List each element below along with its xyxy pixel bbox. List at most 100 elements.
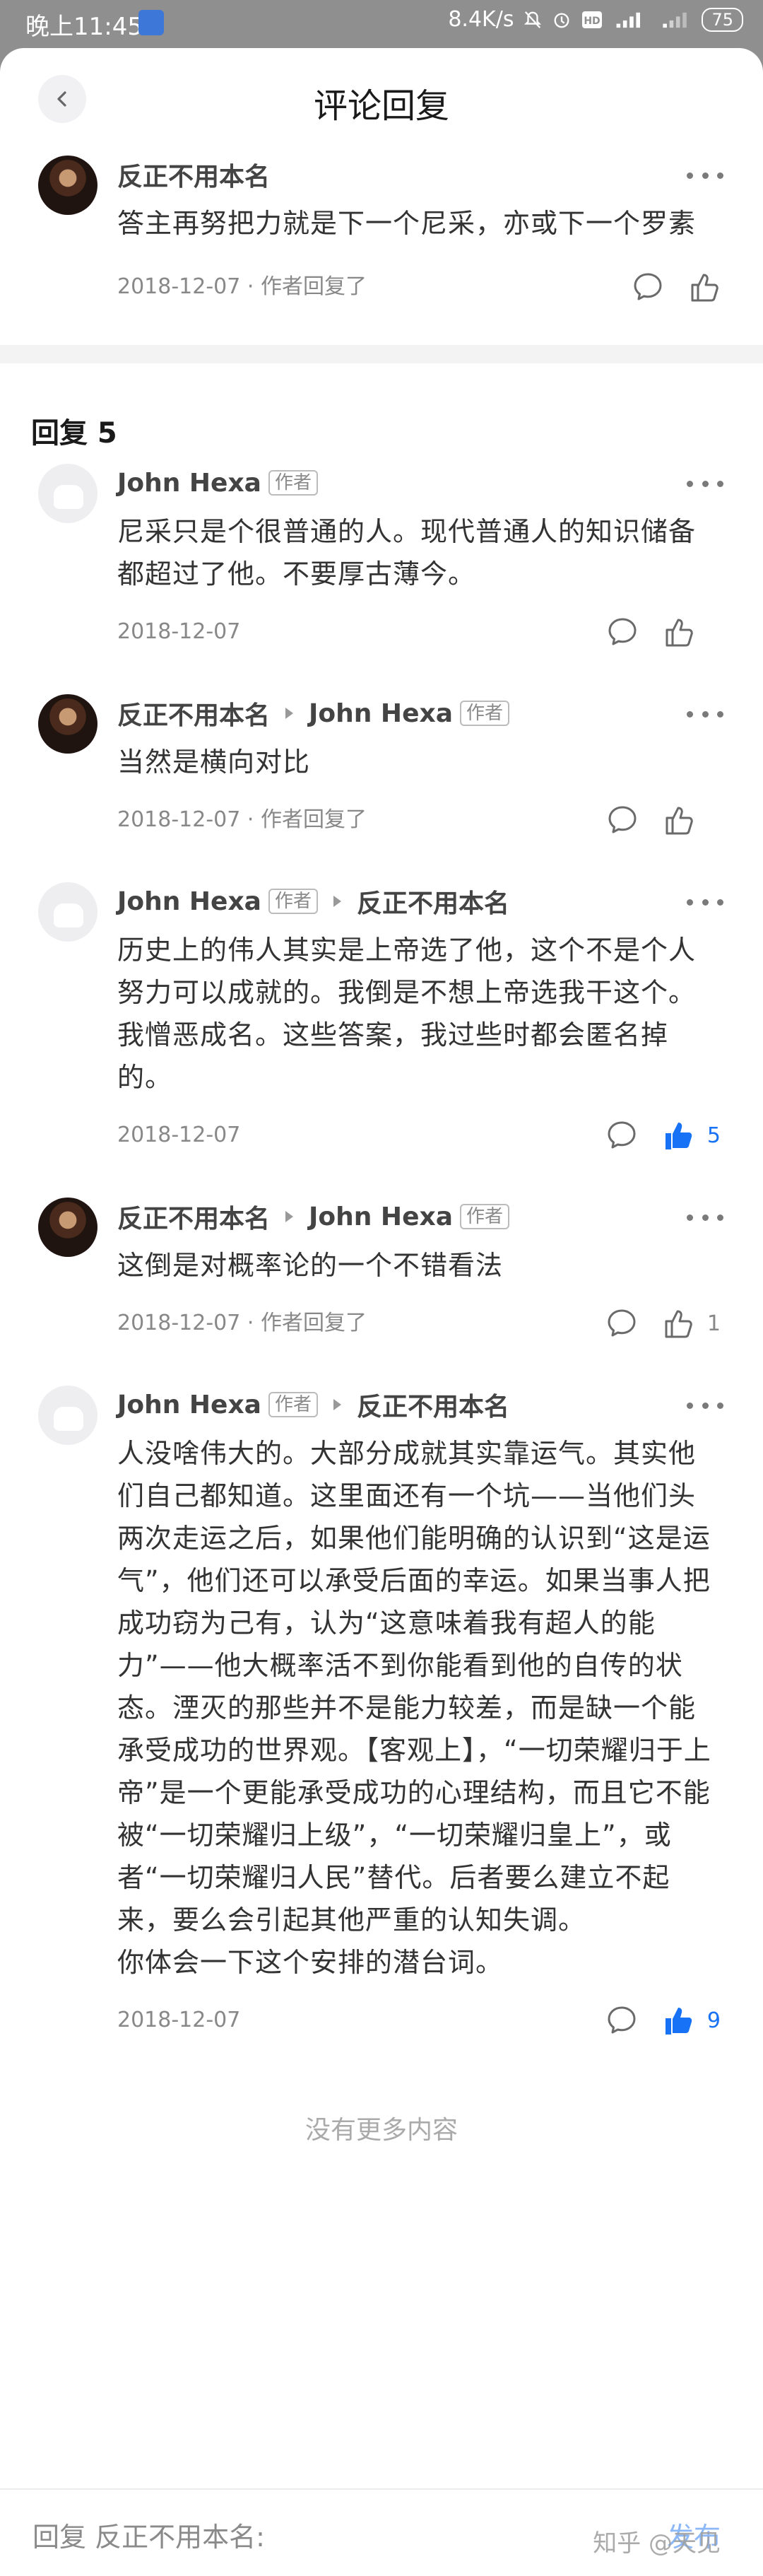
no-more-content: 没有更多内容 <box>304 2116 458 2145</box>
reply-icon[interactable] <box>606 804 639 836</box>
reply-to-name[interactable]: 反正不用本名 <box>357 1386 509 1423</box>
comment-meta-line: 2018-12-07 · 作者回复了 <box>117 266 721 308</box>
more-options-button[interactable] <box>687 895 723 909</box>
comment-meta: 2018-12-07 · 作者回复了 <box>117 807 367 832</box>
author-name[interactable]: 反正不用本名 <box>117 1198 270 1235</box>
more-options-button[interactable] <box>687 1398 723 1412</box>
reply-arrow-icon <box>285 1211 294 1222</box>
comment-author-line: 反正不用本名 John Hexa 作者 <box>117 1198 721 1236</box>
like-button[interactable] <box>688 271 721 303</box>
comment-author-line: 反正不用本名 <box>117 156 721 194</box>
reply-icon[interactable] <box>605 2004 638 2037</box>
comment-meta: 2018-12-07 <box>117 2008 241 2032</box>
reply-icon[interactable] <box>606 616 639 648</box>
author-name[interactable]: John Hexa <box>117 887 261 916</box>
comment-meta: 2018-12-07 · 作者回复了 <box>117 1311 367 1335</box>
more-options-button[interactable] <box>687 707 723 721</box>
comment-meta-line: 2018-12-07 <box>117 611 721 653</box>
avatar[interactable] <box>38 882 97 942</box>
reply-item: John Hexa 作者 尼采只是个很普通的人。现代普通人的知识储备都超过了他。… <box>0 464 763 653</box>
avatar[interactable] <box>38 694 97 754</box>
thumbs-up-filled-icon <box>665 2008 692 2035</box>
like-button[interactable] <box>663 804 721 836</box>
reply-arrow-icon <box>285 708 294 719</box>
comment-meta-line: 2018-12-07 · 作者回复了 <box>117 799 721 841</box>
comment-text: 尼采只是个很普通的人。现代普通人的知识储备都超过了他。不要厚古薄今。 <box>117 516 697 590</box>
network-speed: 8.4K/s <box>448 7 514 32</box>
author-name[interactable]: John Hexa <box>117 469 261 498</box>
like-button[interactable]: 5 <box>662 1119 721 1152</box>
comment-text: 这倒是对概率论的一个不错看法 <box>117 1250 504 1281</box>
comment-author-line: 反正不用本名 John Hexa 作者 <box>117 694 721 732</box>
comment-author-line: John Hexa 作者 反正不用本名 <box>117 1386 721 1424</box>
comment-reply-sheet: 评论回复 反正不用本名 答主再努把力就是下一个尼采，亦或下一个罗素 2018-1… <box>0 48 763 2576</box>
like-button[interactable]: 9 <box>662 2004 721 2037</box>
svg-text:HD: HD <box>584 16 601 27</box>
status-right: 8.4K/s HD 75 <box>448 7 743 32</box>
more-options-button[interactable] <box>687 168 723 182</box>
reply-input[interactable]: 回复 反正不用本名: <box>32 2515 265 2554</box>
mute-bell-icon <box>524 11 542 28</box>
reply-icon[interactable] <box>632 271 664 303</box>
author-badge: 作者 <box>460 1204 510 1229</box>
main-comment: 反正不用本名 答主再努把力就是下一个尼采，亦或下一个罗素 2018-12-07 … <box>0 156 763 308</box>
author-badge: 作者 <box>268 889 318 914</box>
thumbs-up-icon <box>665 1310 692 1338</box>
reply-arrow-icon <box>333 1399 341 1410</box>
comment-text: 答主再努把力就是下一个尼采，亦或下一个罗素 <box>117 208 697 239</box>
comment-actions: 9 <box>605 1999 721 2042</box>
reply-to-name[interactable]: 反正不用本名 <box>357 883 509 920</box>
author-name[interactable]: 反正不用本名 <box>117 156 270 193</box>
avatar[interactable] <box>38 1386 97 1445</box>
avatar[interactable] <box>38 156 97 215</box>
comment-meta: 2018-12-07 <box>117 1123 241 1147</box>
like-count: 1 <box>706 1311 721 1336</box>
alarm-icon <box>555 12 569 28</box>
comment-actions <box>606 799 721 841</box>
reply-to-name[interactable]: John Hexa <box>309 1202 453 1231</box>
page-title: 评论回复 <box>313 86 449 126</box>
comment-meta-line: 2018-12-07 9 <box>117 1999 721 2042</box>
comment-text-line-2: 你体会一下这个安排的潜台词。 <box>117 1947 504 1978</box>
top-bar: 评论回复 <box>0 48 763 156</box>
reply-arrow-icon <box>333 896 341 907</box>
reply-icon[interactable] <box>605 1119 638 1152</box>
avatar[interactable] <box>38 464 97 523</box>
thumbs-up-icon <box>666 807 693 835</box>
thumbs-up-icon <box>666 619 693 647</box>
reply-to-name[interactable]: John Hexa <box>309 699 453 728</box>
comment-meta: 2018-12-07 · 作者回复了 <box>117 274 367 299</box>
author-badge: 作者 <box>268 1392 318 1417</box>
status-time: 晚上11:45 <box>25 13 143 41</box>
reply-icon[interactable] <box>605 1307 638 1340</box>
reply-item: 反正不用本名 John Hexa 作者 当然是横向对比 2018-12-07 ·… <box>0 694 763 841</box>
author-badge: 作者 <box>460 701 510 726</box>
battery-indicator: 75 <box>702 7 743 32</box>
signal-icon <box>617 12 641 28</box>
like-button[interactable]: 1 <box>662 1307 721 1340</box>
comment-author-line: John Hexa 作者 <box>117 464 721 502</box>
more-options-button[interactable] <box>687 476 723 491</box>
author-badge: 作者 <box>268 470 318 496</box>
section-divider <box>0 345 763 363</box>
reply-item: John Hexa 作者 反正不用本名 人没啥伟大的。大部分成就其实靠运气。其实… <box>0 1386 763 2042</box>
like-button[interactable] <box>663 616 721 648</box>
hd-icon: HD <box>582 11 603 28</box>
author-name[interactable]: John Hexa <box>117 1391 261 1419</box>
comment-actions: 5 <box>605 1114 721 1157</box>
reply-composer: 回复 反正不用本名: 发布 知乎 @天见 <box>0 2488 763 2576</box>
thumbs-up-icon <box>691 274 718 302</box>
comment-meta: 2018-12-07 <box>117 619 241 644</box>
comment-actions: 1 <box>605 1302 721 1345</box>
comment-actions <box>632 266 721 308</box>
replies-header: 回复 5 <box>31 417 117 450</box>
reply-item: John Hexa 作者 反正不用本名 历史上的伟人其实是上帝选了他，这个不是个… <box>0 882 763 1157</box>
avatar[interactable] <box>38 1198 97 1257</box>
signal-2-icon <box>663 12 687 28</box>
like-count: 9 <box>706 2008 721 2033</box>
app-notification-icon <box>138 10 164 35</box>
more-options-button[interactable] <box>687 1210 723 1224</box>
status-bar: 晚上11:45 8.4K/s HD 75 <box>0 0 763 48</box>
comment-meta-line: 2018-12-07 5 <box>117 1114 721 1157</box>
author-name[interactable]: 反正不用本名 <box>117 695 270 732</box>
